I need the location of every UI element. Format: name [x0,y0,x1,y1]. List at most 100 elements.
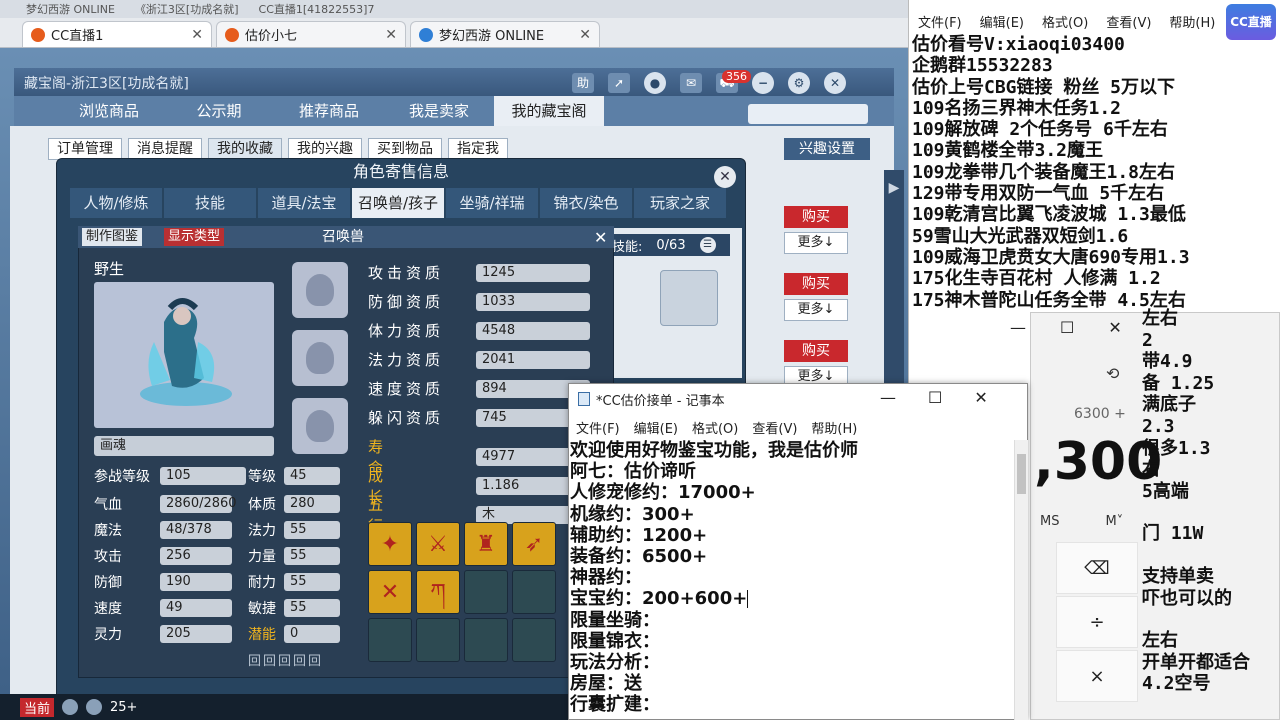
menu-view[interactable]: 查看(V) [752,418,797,437]
skill-label: 技能: [612,239,643,255]
menu-help[interactable]: 帮助(H) [811,418,857,437]
message-icon[interactable]: ✉ [680,73,702,93]
pet-equip-slot[interactable] [292,398,348,454]
show-type-button[interactable]: 显示类型 [164,228,225,246]
pet-skill-slot[interactable] [464,570,508,614]
tab-skills[interactable]: 技能 [164,188,256,218]
text-fragment: 2 [1142,329,1153,351]
shop-nav-public[interactable]: 公示期 [164,96,274,126]
stat-label: 敏捷 [248,601,276,617]
shop-nav-recommend[interactable]: 推荐商品 [274,96,384,126]
subnav-favorites[interactable]: 我的收藏 [208,138,282,160]
menu-file[interactable]: 文件(F) [576,418,620,437]
pet-skill-slot[interactable] [512,570,556,614]
history-icon[interactable]: ⟲ [1106,364,1130,386]
multiply-button[interactable]: × [1056,650,1138,702]
menu-edit[interactable]: 编辑(E) [980,12,1024,31]
pet-equip-slot[interactable] [292,330,348,386]
pet-skill-slot[interactable]: ➶ [512,522,556,566]
notepad-right-text[interactable]: 估价看号V:xiaoqi03400 企鹅群15532283 估价上号CBG链接 … [912,34,1276,311]
tab-character[interactable]: 人物/修炼 [70,188,162,218]
menu-format[interactable]: 格式(O) [1042,12,1088,31]
close-icon[interactable]: ✕ [714,166,736,188]
shop-nav-browse[interactable]: 浏览商品 [54,96,164,126]
browser-tab-cc[interactable]: CC直播1 ✕ [22,21,212,47]
close-icon[interactable]: ✕ [594,228,607,247]
browser-tab-estimate[interactable]: 估价小七 ✕ [216,21,406,47]
maximize-icon[interactable]: ☐ [928,388,942,407]
share-icon[interactable]: ➚ [608,73,630,93]
make-handbook-button[interactable]: 制作图鉴 [82,228,143,246]
pet-skill-slot[interactable] [512,618,556,662]
close-icon[interactable]: ✕ [579,27,591,43]
notepad-scrollbar[interactable] [1014,440,1028,720]
notepad-front-title: *CC估价接单 - 记事本 [596,393,725,409]
tab-items[interactable]: 道具/法宝 [258,188,350,218]
text-fragment: 吓也可以的 [1142,587,1232,609]
more-button[interactable]: 更多↓ [784,232,848,254]
browser-tab-game[interactable]: 梦幻西游 ONLINE ✕ [410,21,600,47]
buy-button[interactable]: 购买 [784,273,848,295]
maximize-icon[interactable]: ☐ [1060,318,1074,337]
close-icon[interactable]: ✕ [191,27,203,43]
pet-slot[interactable] [660,270,718,326]
status-badge[interactable]: 当前 [20,697,55,717]
interest-settings-button[interactable]: 兴趣设置 [784,138,870,160]
pet-type: 野生 [94,260,125,278]
menu-file[interactable]: 文件(F) [918,12,962,31]
gear-icon[interactable]: ⚙ [788,72,810,94]
memory-menu-button[interactable]: M˅ [1105,514,1123,529]
minimize-icon[interactable]: − [752,72,774,94]
help-button[interactable]: 助 [572,73,594,93]
buy-button[interactable]: 购买 [784,206,848,228]
more-button[interactable]: 更多↓ [784,299,848,321]
text-line: 欢迎使用好物鉴宝功能，我是估价师 [570,440,858,461]
notepad-front-editor[interactable]: 欢迎使用好物鉴宝功能，我是估价师 阿七：估价谛听 人修宠修约：17000+ 机缘… [570,440,1014,720]
menu-icon[interactable]: ☰ [699,237,716,253]
pet-skill-slot[interactable] [416,618,460,662]
subnav-messages[interactable]: 消息提醒 [128,138,202,160]
minimize-icon[interactable]: — [880,388,896,407]
buy-button[interactable]: 购买 [784,340,848,362]
chat-icon[interactable] [86,699,103,715]
close-icon[interactable]: ✕ [385,27,397,43]
pet-skill-slot[interactable]: ♜ [464,522,508,566]
divide-button[interactable]: ÷ [1056,596,1138,648]
minimize-icon[interactable]: — [1010,318,1026,337]
shop-nav-seller[interactable]: 我是卖家 [384,96,494,126]
close-icon[interactable]: ✕ [1108,318,1121,337]
menu-view[interactable]: 查看(V) [1106,12,1151,31]
subnav-interests[interactable]: 我的兴趣 [288,138,362,160]
menu-format[interactable]: 格式(O) [692,418,738,437]
tab-pets[interactable]: 召唤兽/孩子 [352,188,444,218]
backspace-button[interactable]: ⌫ [1056,542,1138,594]
shop-toolbar: 助 ➚ ● ✉ ⛟ − ⚙ ✕ [572,72,846,94]
pet-skill-slot[interactable]: ཀ [416,570,460,614]
tab-mounts[interactable]: 坐骑/祥瑞 [446,188,538,218]
close-icon[interactable]: ✕ [974,388,987,407]
shop-nav-mine[interactable]: 我的藏宝阁 [494,96,604,126]
search-input[interactable] [748,104,868,124]
pet-skill-slot[interactable] [464,618,508,662]
mic-icon[interactable] [62,699,79,715]
pet-skill-slot[interactable]: ✕ [368,570,412,614]
close-icon[interactable]: ✕ [824,72,846,94]
pet-skill-slot[interactable]: ⚔ [416,522,460,566]
skill-icon: ⚔ [428,532,448,557]
pet-skill-slot[interactable]: ✦ [368,522,412,566]
scrollbar-thumb[interactable] [1017,454,1026,494]
subnav-assigned[interactable]: 指定我 [448,138,508,160]
tab-outfits[interactable]: 锦衣/染色 [540,188,632,218]
stat-value: 105 [160,467,246,485]
tab-home[interactable]: 玩家之家 [634,188,726,218]
calc-expression: 6300 + [1074,406,1126,422]
pet-skill-slot[interactable] [368,618,412,662]
record-icon[interactable]: ● [644,72,666,94]
text-fragment: 带4.9 [1142,351,1193,373]
pet-equip-slot[interactable] [292,262,348,318]
subnav-orders[interactable]: 订单管理 [48,138,122,160]
subnav-bought[interactable]: 买到物品 [368,138,442,160]
menu-help[interactable]: 帮助(H) [1169,12,1215,31]
menu-edit[interactable]: 编辑(E) [634,418,678,437]
memory-store-button[interactable]: MS [1040,514,1059,529]
